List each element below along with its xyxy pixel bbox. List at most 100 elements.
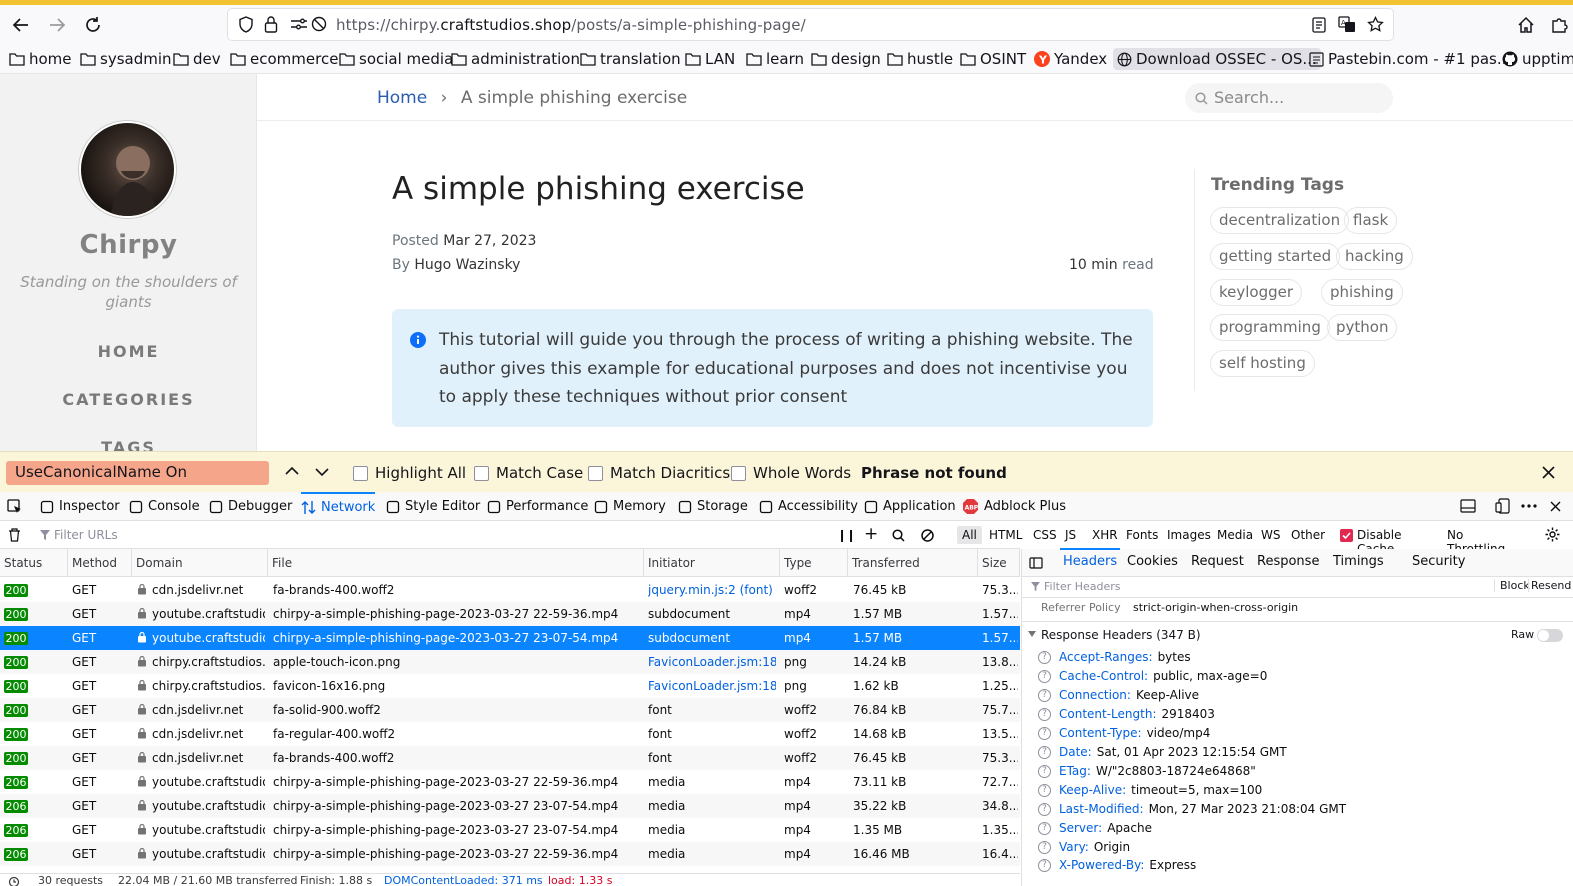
help-icon[interactable]: ? [1038, 840, 1051, 854]
table-row[interactable]: 206 GET youtube.craftstudio... chirpy-a-sim… [0, 770, 1020, 794]
search-icon[interactable] [892, 529, 905, 542]
tag-flask[interactable]: flask [1344, 207, 1398, 234]
tag-phishing[interactable]: phishing [1321, 279, 1403, 306]
tab-console[interactable]: Console [129, 492, 200, 521]
bookmark-0[interactable]: home [9, 48, 72, 70]
type-filter-html[interactable]: HTML [984, 526, 1027, 544]
request-initiator[interactable]: FaviconLoader.jsm:180 ... [648, 655, 776, 669]
bookmark-9[interactable]: design [811, 48, 881, 70]
extensions-button[interactable] [1547, 13, 1571, 37]
find-next-icon[interactable] [315, 467, 329, 477]
type-filter-ws[interactable]: WS [1256, 526, 1285, 544]
block-button[interactable]: Block [1494, 579, 1530, 592]
type-filter-css[interactable]: CSS [1028, 526, 1062, 544]
table-row[interactable]: 200 GET cdn.jsdelivr.net fa-brands-400.woff… [0, 578, 1020, 602]
responsive-design-icon[interactable] [1495, 498, 1510, 514]
request-initiator[interactable]: FaviconLoader.jsm:180 ... [648, 679, 776, 693]
tab-memory[interactable]: Memory [594, 492, 666, 521]
tag-getting-started[interactable]: getting started [1210, 243, 1341, 270]
dock-icon[interactable] [1460, 499, 1476, 513]
table-row[interactable]: 206 GET youtube.craftstudio... chirpy-a-sim… [0, 818, 1020, 842]
col-domain[interactable]: Domain [132, 549, 268, 577]
table-row[interactable]: 200 GET cdn.jsdelivr.net fa-brands-400.woff… [0, 746, 1020, 770]
bookmark-14[interactable]: Pastebin.com - #1 pas... [1309, 48, 1511, 70]
raw-toggle[interactable] [1537, 629, 1563, 642]
details-tab-security[interactable]: Security [1412, 554, 1465, 569]
filter-headers-input[interactable]: Filter Headers [1044, 580, 1121, 593]
table-row[interactable]: 200 GET chirpy.craftstudios.s... apple-touc… [0, 650, 1020, 674]
tab-accessibility[interactable]: Accessibility [759, 492, 858, 521]
find-previous-icon[interactable] [285, 466, 299, 476]
help-icon[interactable]: ? [1038, 821, 1051, 835]
whole-words-checkbox[interactable]: Whole Words [731, 464, 851, 482]
close-icon[interactable] [1542, 466, 1555, 479]
breadcrumb-home[interactable]: Home [377, 88, 427, 108]
home-button[interactable] [1514, 13, 1538, 37]
settings-gear-icon[interactable] [1545, 527, 1560, 542]
block-icon[interactable] [921, 529, 934, 542]
tag-programming[interactable]: programming [1210, 314, 1330, 341]
tab-storage[interactable]: Storage [678, 492, 748, 521]
bookmark-1[interactable]: sysadmin [80, 48, 172, 70]
tag-self-hosting[interactable]: self hosting [1210, 350, 1315, 377]
avatar[interactable] [81, 123, 174, 216]
table-row[interactable]: 200 GET cdn.jsdelivr.net fa-solid-900.woff2… [0, 698, 1020, 722]
site-title[interactable]: Chirpy [0, 230, 257, 260]
bookmark-12[interactable]: Y Yandex [1034, 48, 1107, 70]
resend-button[interactable]: Resend [1528, 579, 1571, 592]
tag-hacking[interactable]: hacking [1336, 243, 1413, 270]
tab-adblock-plus[interactable]: ABP Adblock Plus [962, 492, 1066, 521]
help-icon[interactable]: ? [1038, 745, 1051, 759]
tab-network[interactable]: Network [301, 492, 376, 521]
close-devtools-icon[interactable] [1550, 501, 1561, 512]
type-filter-media[interactable]: Media [1212, 526, 1258, 544]
col-method[interactable]: Method [68, 549, 132, 577]
type-filter-fonts[interactable]: Fonts [1121, 526, 1163, 544]
table-row[interactable]: 206 GET youtube.craftstudio... chirpy-a-sim… [0, 842, 1020, 866]
type-filter-all[interactable]: All [957, 526, 982, 544]
find-input[interactable]: UseCanonicalName On [6, 461, 269, 485]
disable-cache-checkbox[interactable] [1340, 529, 1353, 542]
help-icon[interactable]: ? [1038, 651, 1051, 664]
table-row[interactable]: 200 GET youtube.craftstudio... chirpy-a-sim… [0, 626, 1020, 650]
help-icon[interactable]: ? [1038, 688, 1051, 702]
pause-icon[interactable]: ❙❙ [837, 528, 856, 542]
table-row[interactable]: 206 GET youtube.craftstudio... chirpy-a-sim… [0, 794, 1020, 818]
details-tab-headers[interactable]: Headers [1060, 548, 1121, 569]
col-status[interactable]: Status [0, 549, 68, 577]
details-tab-response[interactable]: Response [1257, 554, 1319, 569]
details-tab-request[interactable]: Request [1191, 554, 1244, 569]
col-transferred[interactable]: Transferred [848, 549, 978, 577]
request-initiator[interactable]: jquery.min.js:2 (font) [648, 583, 776, 597]
forward-button[interactable] [45, 13, 69, 37]
search-input[interactable]: Search... [1185, 83, 1393, 113]
details-tab-timings[interactable]: Timings [1333, 554, 1384, 569]
col-size[interactable]: Size [978, 549, 1020, 577]
type-filter-xhr[interactable]: XHR [1087, 526, 1123, 544]
reload-button[interactable] [81, 13, 105, 37]
bookmark-3[interactable]: ecommerce [230, 48, 338, 70]
more-options-icon[interactable] [1521, 504, 1537, 508]
help-icon[interactable]: ? [1038, 783, 1051, 797]
details-tab-cookies[interactable]: Cookies [1127, 554, 1178, 569]
bookmark-7[interactable]: LAN [685, 48, 735, 70]
tab-debugger[interactable]: Debugger [209, 492, 292, 521]
bookmark-13[interactable]: Download OSSEC - OS... [1113, 48, 1321, 70]
highlight-all-checkbox[interactable]: Highlight All [353, 464, 466, 482]
add-icon[interactable]: + [864, 524, 878, 544]
table-row[interactable]: 200 GET cdn.jsdelivr.net fa-regular-400.wof… [0, 722, 1020, 746]
match-case-checkbox[interactable]: Match Case [474, 464, 583, 482]
nav-tags[interactable]: TAGS [0, 438, 257, 451]
table-row[interactable]: 200 GET youtube.craftstudio... chirpy-a-sim… [0, 602, 1020, 626]
match-diacritics-checkbox[interactable]: Match Diacritics [588, 464, 730, 482]
help-icon[interactable]: ? [1038, 802, 1051, 816]
nav-categories[interactable]: CATEGORIES [0, 390, 257, 409]
help-icon[interactable]: ? [1038, 669, 1051, 683]
tab-inspector[interactable]: Inspector [40, 492, 120, 521]
url-bar[interactable]: https://chirpy.craftstudios.shop/posts/a… [228, 9, 1393, 40]
tag-decentralization[interactable]: decentralization [1210, 207, 1350, 234]
tag-python[interactable]: python [1327, 314, 1398, 341]
bookmark-8[interactable]: learn [746, 48, 804, 70]
response-headers-title[interactable]: Response Headers (347 B) [1041, 628, 1201, 642]
bookmark-10[interactable]: hustle [887, 48, 953, 70]
